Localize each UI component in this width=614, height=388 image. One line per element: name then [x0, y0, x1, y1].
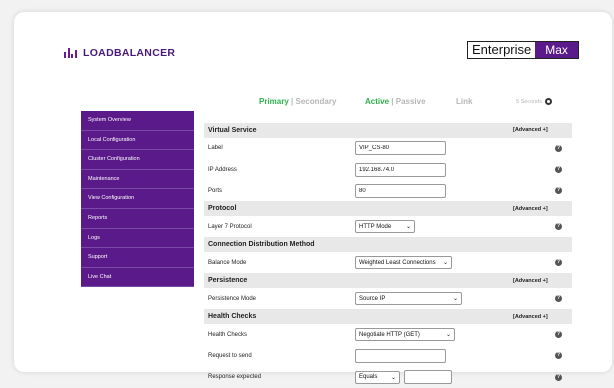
help-icon[interactable]: ? — [555, 352, 562, 360]
sidebar-item-system-overview[interactable]: System Overview — [81, 111, 194, 131]
section-title: Connection Distribution Method — [208, 241, 315, 249]
ip-address-input[interactable] — [355, 162, 446, 177]
status-separator: | — [391, 97, 394, 106]
section-protocol: Protocol [Advanced +] — [204, 201, 572, 217]
field-label: Response expected — [208, 374, 262, 381]
cluster-status-bar: Primary | Secondary Active | Passive Lin… — [14, 97, 612, 111]
select-value: Weighted Least Connections — [359, 259, 436, 266]
logo-icon — [64, 48, 78, 58]
field-label: Ports — [208, 187, 223, 194]
refresh-control[interactable]: 5 Seconds — [516, 98, 552, 105]
field-row-response-expected: Response expected Equals ⌄ ? — [204, 366, 572, 387]
field-label: Layer 7 Protocol — [208, 223, 252, 230]
refresh-icon[interactable] — [545, 98, 552, 105]
select-value: Equals — [359, 374, 378, 381]
help-icon[interactable]: ? — [555, 166, 562, 174]
chevron-down-icon: ⌄ — [445, 332, 451, 339]
app-window: LOADBALANCER Enterprise Max Primary | Se… — [14, 12, 612, 385]
persistence-mode-select[interactable]: Source IP ⌄ — [355, 292, 462, 306]
link-status: Link — [456, 97, 473, 106]
active-status: Active — [365, 97, 390, 106]
field-label: Label — [208, 145, 223, 152]
edition-max: Max — [535, 42, 578, 58]
help-icon[interactable]: ? — [555, 259, 562, 267]
section-title: Health Checks — [208, 313, 257, 321]
chevron-down-icon: ⌄ — [452, 296, 458, 303]
field-row-persistence-mode: Persistence Mode Source IP ⌄ ? — [204, 288, 572, 309]
primary-status: Primary — [259, 97, 289, 106]
advanced-toggle[interactable]: [Advanced +] — [513, 206, 548, 212]
advanced-toggle[interactable]: [Advanced +] — [513, 127, 548, 133]
field-row-balance-mode: Balance Mode Weighted Least Connections … — [204, 252, 572, 273]
chevron-down-icon: ⌄ — [442, 260, 448, 267]
refresh-interval: 5 Seconds — [516, 98, 542, 105]
section-virtual-service: Virtual Service [Advanced +] — [204, 123, 572, 138]
field-row-ip-address: IP Address ? — [204, 159, 572, 180]
help-icon[interactable]: ? — [555, 373, 562, 381]
help-icon[interactable]: ? — [555, 295, 562, 303]
section-connection-distribution: Connection Distribution Method — [204, 237, 572, 253]
field-label: Health Checks — [208, 331, 248, 338]
field-row-layer7-protocol: Layer 7 Protocol HTTP Mode ⌄ ? — [204, 216, 572, 237]
field-label: Persistence Mode — [208, 295, 257, 302]
field-label: Request to send — [208, 352, 252, 359]
secondary-status: Secondary — [295, 97, 337, 106]
field-label: Balance Mode — [208, 259, 247, 266]
select-value: Negotiate HTTP (GET) — [359, 331, 420, 338]
section-persistence: Persistence [Advanced +] — [204, 273, 572, 289]
virtual-service-form: Virtual Service [Advanced +] Label ? IP … — [204, 123, 572, 388]
edition-badge: Enterprise Max — [467, 41, 579, 59]
edition-enterprise: Enterprise — [468, 42, 536, 58]
ports-input[interactable] — [355, 183, 446, 198]
field-row-health-checks: Health Checks Negotiate HTTP (GET) ⌄ ? — [204, 324, 572, 345]
response-match-select[interactable]: Equals ⌄ — [355, 370, 400, 384]
node-state-status: Active | Passive — [365, 97, 426, 106]
help-icon[interactable]: ? — [555, 144, 562, 152]
status-separator: | — [291, 97, 294, 106]
sidebar-item-live-chat[interactable]: Live Chat — [81, 267, 194, 288]
select-value: HTTP Mode — [359, 223, 392, 230]
chevron-down-icon: ⌄ — [405, 224, 411, 231]
response-expected-input[interactable] — [404, 370, 452, 385]
select-value: Source IP — [359, 295, 386, 302]
advanced-toggle[interactable]: [Advanced +] — [513, 314, 548, 320]
layer7-protocol-select[interactable]: HTTP Mode ⌄ — [355, 220, 415, 234]
field-row-request-to-send: Request to send ? — [204, 345, 572, 366]
health-checks-select[interactable]: Negotiate HTTP (GET) ⌄ — [355, 328, 455, 342]
sidebar-item-maintenance[interactable]: Maintenance — [81, 169, 194, 190]
sidebar-nav: System Overview Local Configuration Clus… — [81, 111, 194, 288]
sidebar-item-local-configuration[interactable]: Local Configuration — [81, 130, 194, 151]
help-icon[interactable]: ? — [555, 223, 562, 231]
sidebar-item-support[interactable]: Support — [81, 248, 194, 268]
sidebar-item-reports[interactable]: Reports — [81, 208, 194, 229]
sidebar-item-view-configuration[interactable]: View Configuration — [81, 189, 194, 209]
field-row-label: Label ? — [204, 138, 572, 159]
balance-mode-select[interactable]: Weighted Least Connections ⌄ — [355, 256, 452, 270]
chevron-down-icon: ⌄ — [390, 374, 396, 381]
label-input[interactable] — [355, 141, 446, 156]
request-to-send-input[interactable] — [355, 348, 446, 363]
logo: LOADBALANCER — [64, 47, 175, 59]
section-title: Persistence — [208, 277, 248, 285]
section-title: Protocol — [208, 205, 237, 213]
sidebar-item-logs[interactable]: Logs — [81, 228, 194, 249]
advanced-toggle[interactable]: [Advanced +] — [513, 278, 548, 284]
section-health-checks: Health Checks [Advanced +] — [204, 309, 572, 325]
field-label: IP Address — [208, 166, 237, 173]
field-row-ports: Ports ? — [204, 180, 572, 201]
passive-status: Passive — [395, 97, 426, 106]
help-icon[interactable]: ? — [555, 331, 562, 339]
node-role-status: Primary | Secondary — [259, 97, 336, 106]
section-title: Virtual Service — [208, 126, 257, 134]
help-icon[interactable]: ? — [555, 187, 562, 195]
logo-text: LOADBALANCER — [83, 47, 176, 59]
sidebar-item-cluster-configuration[interactable]: Cluster Configuration — [81, 150, 194, 170]
